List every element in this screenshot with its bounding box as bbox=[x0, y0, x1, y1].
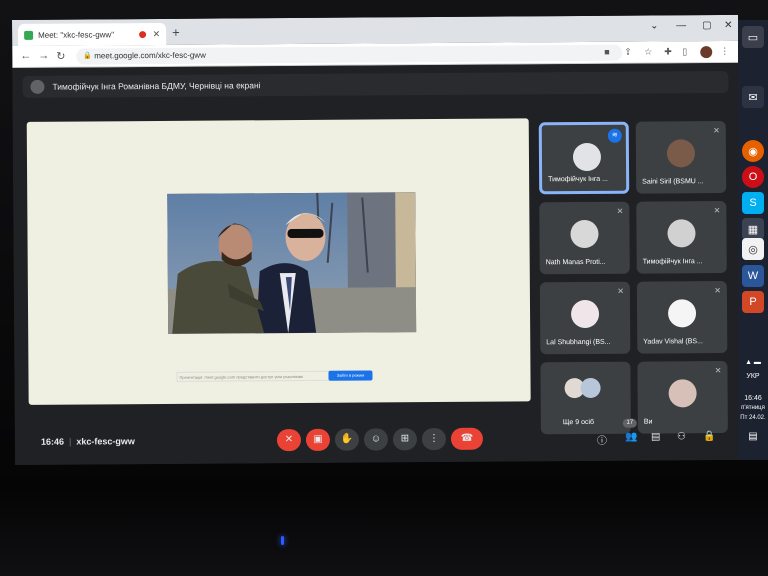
windows-taskbar: ▭ ✉ ◉ O S ▦ ◎ W P ▲ ▬ УКР 16:46 п'ятниця… bbox=[738, 20, 768, 460]
star-icon[interactable]: ☆ bbox=[644, 47, 652, 58]
tray-icons[interactable]: ▲ ▬ bbox=[738, 358, 768, 367]
back-arrow-icon[interactable]: ← bbox=[20, 50, 31, 62]
firefox-icon[interactable]: ◉ bbox=[742, 140, 764, 162]
more-participants-tile[interactable]: Ще 9 осіб bbox=[540, 361, 631, 435]
meeting-info: 16:46 | xkc-fesc-gww bbox=[40, 436, 135, 447]
chat-icon[interactable]: ▤ bbox=[651, 431, 661, 442]
participant-name: Тимофійчук Інга ... bbox=[548, 175, 609, 184]
close-tab-icon[interactable]: ✕ bbox=[153, 28, 161, 39]
participant-tile[interactable]: ✕ Тимофійчук Інга ... bbox=[636, 201, 727, 274]
stage-hint-button[interactable]: Зайти в режим bbox=[328, 370, 373, 381]
mic-off-button[interactable]: ✕ bbox=[276, 428, 302, 452]
minimize-button[interactable]: — bbox=[676, 20, 686, 31]
participant-tile[interactable]: ≋ Тимофійчук Інга ... bbox=[538, 121, 630, 195]
info-icon[interactable]: ⓘ bbox=[597, 432, 607, 447]
participant-tile[interactable]: ✕ Nath Manas Proti... bbox=[539, 201, 630, 275]
meet-favicon-icon bbox=[24, 30, 34, 40]
url-text: meet.google.com/xkc-fesc-gww bbox=[94, 50, 206, 61]
host-controls-icon[interactable]: 🔒 bbox=[703, 431, 716, 442]
participant-tile[interactable]: ✕ Saini Siril (BSMU ... bbox=[635, 121, 727, 194]
browser-tab[interactable]: Meet: "xkc-fesc-gww" ✕ bbox=[18, 22, 167, 46]
powerpoint-icon[interactable]: P bbox=[742, 291, 764, 313]
presenter-avatar bbox=[30, 79, 45, 94]
recording-dot-icon bbox=[139, 30, 147, 38]
taskbar-app-icon[interactable]: ▭ bbox=[742, 26, 764, 48]
tab-title: Meet: "xkc-fesc-gww" bbox=[38, 29, 115, 40]
meeting-code: xkc-fesc-gww bbox=[76, 436, 135, 447]
participant-avatar bbox=[667, 299, 697, 328]
people-icon[interactable]: 👥 bbox=[625, 432, 638, 443]
notifications-icon[interactable]: ▤ bbox=[738, 432, 768, 442]
self-avatar bbox=[668, 379, 697, 408]
camera-indicator-icon[interactable]: ■ bbox=[604, 47, 610, 57]
self-tile[interactable]: ✕ Ви bbox=[637, 361, 728, 434]
participant-name: Saini Siril (BSMU ... bbox=[642, 178, 704, 186]
power-led bbox=[281, 536, 284, 545]
mic-muted-icon: ✕ bbox=[714, 286, 721, 296]
screen: Meet: "xkc-fesc-gww" ✕ + ⌄ — ▢ ✕ ← → ↻ 🔒… bbox=[12, 14, 742, 465]
participant-avatar bbox=[580, 377, 601, 399]
participant-avatar bbox=[570, 299, 600, 329]
mic-muted-icon: ✕ bbox=[714, 366, 722, 376]
participant-tile[interactable]: ✕ Yadav Vishal (BS... bbox=[636, 281, 728, 354]
presenter-text: Тимофійчук Інга Романівна БДМУ, Чернівці… bbox=[52, 80, 261, 92]
lock-icon: 🔒 bbox=[83, 52, 92, 60]
participant-avatar bbox=[666, 139, 696, 168]
raise-hand-button[interactable]: ✋ bbox=[334, 428, 360, 451]
mail-icon[interactable]: ✉ bbox=[742, 86, 764, 108]
participant-avatar bbox=[572, 142, 602, 172]
chrome-icon[interactable]: ◎ bbox=[742, 238, 764, 260]
new-tab-button[interactable]: + bbox=[172, 25, 180, 40]
participant-name: Yadav Vishal (BS... bbox=[643, 338, 703, 346]
side-panel-icon[interactable]: ▯ bbox=[682, 46, 687, 57]
participants-grid: ≋ Тимофійчук Інга ... ✕ Saini Siril (BSM… bbox=[538, 121, 729, 435]
camera-off-button[interactable]: ▣ bbox=[305, 428, 331, 451]
meeting-time: 16:46 bbox=[40, 436, 65, 447]
mic-muted-icon: ✕ bbox=[713, 126, 720, 136]
leave-call-button[interactable]: ☎ bbox=[450, 427, 484, 450]
mic-muted-icon: ✕ bbox=[616, 206, 624, 216]
opera-icon[interactable]: O bbox=[742, 166, 764, 188]
close-window-button[interactable]: ✕ bbox=[724, 20, 732, 31]
maximize-button[interactable]: ▢ bbox=[702, 20, 712, 31]
skype-icon[interactable]: S bbox=[742, 192, 764, 214]
app-icon[interactable]: ▦ bbox=[742, 218, 764, 240]
participant-name: Lal Shubhangi (BS... bbox=[546, 338, 611, 347]
url-field[interactable]: 🔒 meet.google.com/xkc-fesc-gww bbox=[76, 44, 623, 65]
presentation-stage: Презентація: meet.google.com представити… bbox=[26, 118, 531, 405]
participant-tile[interactable]: ✕ Lal Shubhangi (BS... bbox=[539, 281, 631, 355]
tray-day: п'ятниця bbox=[741, 405, 765, 411]
word-icon[interactable]: W bbox=[742, 265, 764, 287]
share-icon[interactable]: ⇪ bbox=[624, 47, 632, 58]
control-bar: 16:46 | xkc-fesc-gww ✕ ▣ ✋ ☺ ⊞ ⋮ ☎ ⓘ 17 👥 … bbox=[15, 418, 741, 459]
mic-muted-icon: ✕ bbox=[617, 286, 624, 296]
tray-time[interactable]: 16:46 bbox=[738, 394, 768, 403]
participant-name: Тимофійчук Інга ... bbox=[642, 258, 703, 266]
present-button[interactable]: ⊞ bbox=[392, 428, 418, 451]
activities-icon[interactable]: ⚇ bbox=[677, 431, 686, 442]
keyboard-language[interactable]: УКР bbox=[738, 372, 768, 381]
participant-avatar bbox=[570, 219, 599, 249]
reload-icon[interactable]: ↻ bbox=[56, 50, 65, 63]
more-options-button[interactable]: ⋮ bbox=[421, 427, 447, 451]
participant-count-badge: 17 bbox=[622, 418, 637, 428]
menu-icon[interactable]: ⋮ bbox=[720, 46, 729, 57]
profile-avatar[interactable] bbox=[700, 46, 713, 59]
presented-photo bbox=[167, 192, 417, 334]
photo-image bbox=[167, 192, 417, 334]
extensions-icon[interactable]: ✚ bbox=[664, 46, 672, 57]
meet-app: Тимофійчук Інга Романівна БДМУ, Чернівці… bbox=[12, 62, 742, 465]
speaking-indicator-icon: ≋ bbox=[607, 128, 622, 143]
mic-muted-icon: ✕ bbox=[713, 206, 721, 216]
reactions-button[interactable]: ☺ bbox=[363, 428, 389, 451]
participant-name: Nath Manas Proti... bbox=[545, 258, 606, 267]
tray-date: Пт 24.02. bbox=[740, 415, 766, 421]
participant-avatar bbox=[667, 219, 696, 248]
forward-arrow-icon[interactable]: → bbox=[38, 50, 49, 62]
presenter-banner: Тимофійчук Інга Романівна БДМУ, Чернівці… bbox=[22, 71, 729, 98]
tab-search-icon[interactable]: ⌄ bbox=[650, 20, 658, 31]
